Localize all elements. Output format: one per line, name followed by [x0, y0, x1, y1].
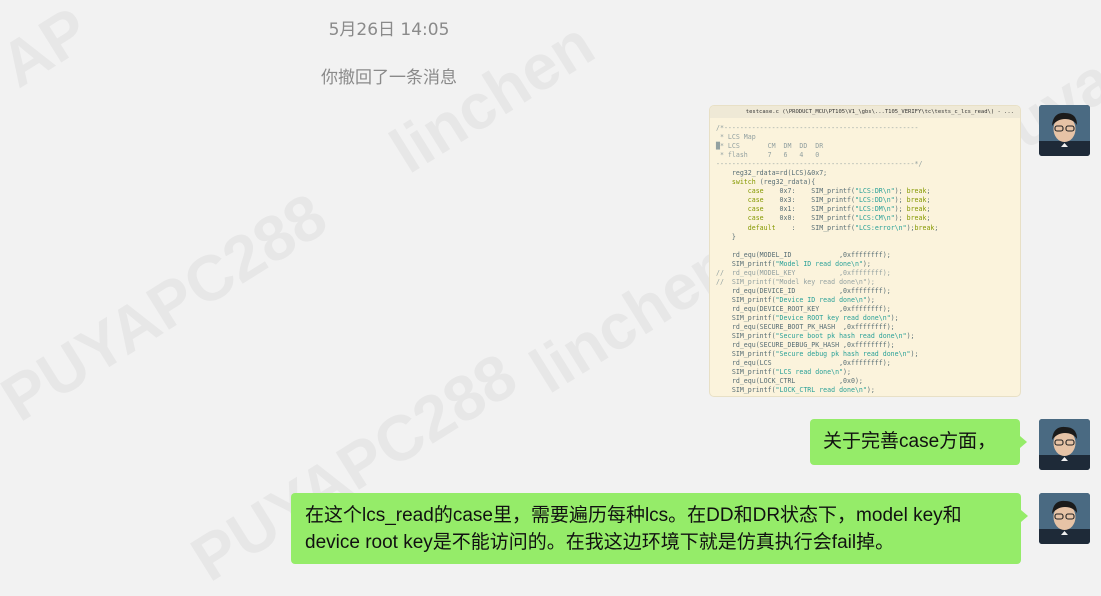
screenshot-title-bar: testcase.c (\PRODUCT_MCU\PT105\V1_\gbs\.…: [710, 106, 1020, 118]
message-timestamp: 5月26日 14:05: [328, 20, 450, 40]
code-screenshot-content: /*--------------------------------------…: [716, 124, 939, 395]
code-screenshot-image[interactable]: testcase.c (\PRODUCT_MCU\PT105\V1_\gbs\.…: [709, 105, 1021, 397]
recall-notice: 你撤回了一条消息: [321, 68, 457, 88]
avatar-portrait-icon: [1039, 493, 1090, 544]
avatar-portrait-icon: [1039, 105, 1090, 156]
message-bubble[interactable]: 关于完善case方面，: [810, 419, 1027, 465]
watermark: PUYAPC288: [0, 178, 339, 436]
user-avatar[interactable]: [1039, 105, 1090, 156]
message-bubble[interactable]: 在这个lcs_read的case里，需要遍历每种lcs。在DD和DR状态下，mo…: [291, 493, 1028, 564]
user-avatar[interactable]: [1039, 419, 1090, 470]
user-avatar[interactable]: [1039, 493, 1090, 544]
avatar-portrait-icon: [1039, 419, 1090, 470]
